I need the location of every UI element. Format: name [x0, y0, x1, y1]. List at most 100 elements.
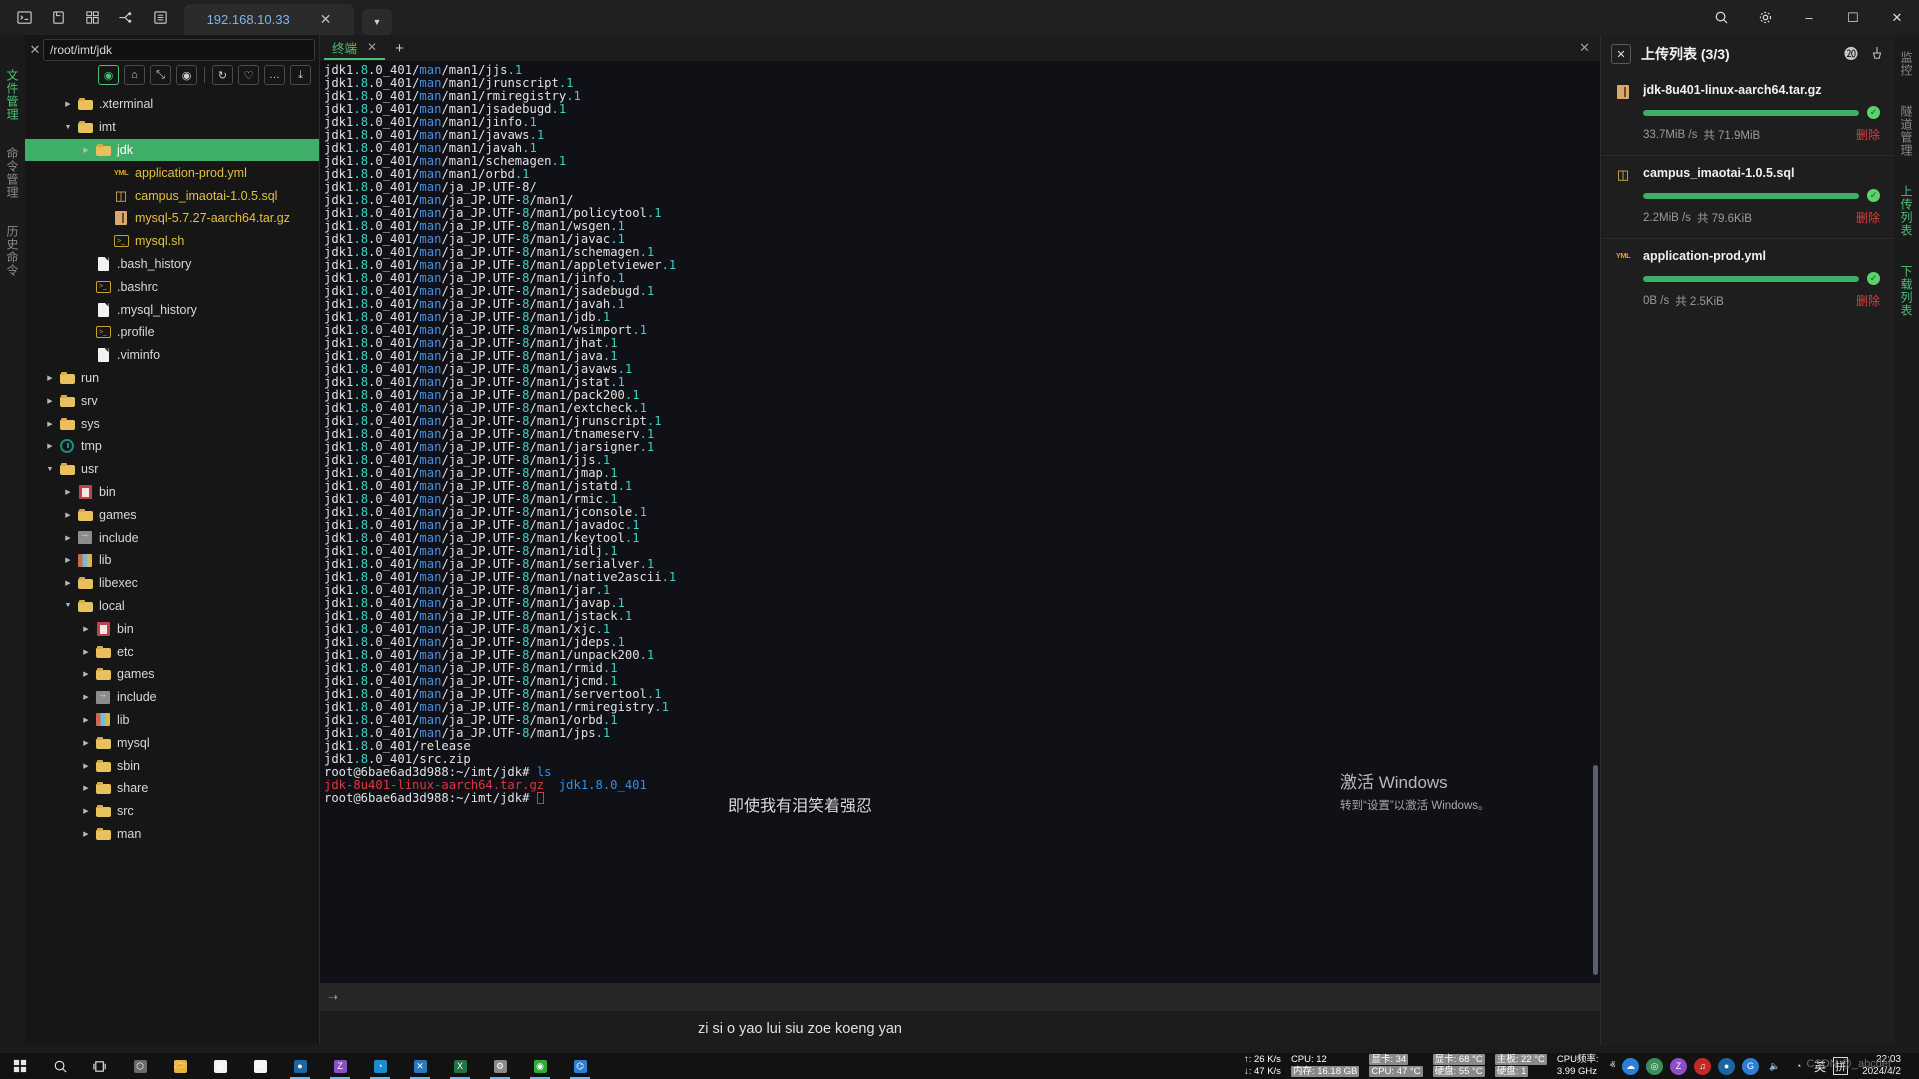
- tree-item-lib[interactable]: ▶ lib: [25, 709, 319, 732]
- maximize-button[interactable]: ☐: [1831, 0, 1875, 35]
- locate-icon[interactable]: ◉: [98, 65, 119, 85]
- tree-item-etc[interactable]: ▶ etc: [25, 640, 319, 663]
- sidebar-item-history-command[interactable]: 历史命令: [4, 225, 21, 277]
- broom-icon[interactable]: [1870, 46, 1884, 63]
- chevron-right-icon[interactable]: ▶: [43, 397, 57, 405]
- tree-item--bash-history[interactable]: .bash_history: [25, 253, 319, 276]
- windows-start-icon[interactable]: [0, 1053, 40, 1079]
- delete-upload-button[interactable]: 删除: [1856, 209, 1880, 226]
- chevron-right-icon[interactable]: ▶: [61, 534, 75, 542]
- upload-icon[interactable]: ⤓: [290, 65, 311, 85]
- close-icon[interactable]: ✕: [367, 40, 377, 54]
- chevron-right-icon[interactable]: ▶: [43, 420, 57, 428]
- chevron-right-icon[interactable]: ▶: [79, 146, 93, 154]
- file-explorer-app[interactable]: 🗁: [160, 1053, 200, 1079]
- netease-music-tray-icon[interactable]: ♫: [1694, 1057, 1712, 1075]
- refresh-icon[interactable]: ↻: [212, 65, 233, 85]
- tree-item-sys[interactable]: ▶ sys: [25, 412, 319, 435]
- tunnel-icon[interactable]: [116, 8, 136, 28]
- path-input[interactable]: [43, 39, 315, 61]
- close-icon[interactable]: ✕: [320, 11, 332, 28]
- chevron-down-icon[interactable]: ▼: [61, 602, 75, 609]
- session-tab-192-168-10-33[interactable]: 192.168.10.33 ✕: [184, 4, 354, 35]
- tree-item--xterminal[interactable]: ▶ .xterminal: [25, 93, 319, 116]
- tree-item-mysql-5-7-27-aarch64-tar-gz[interactable]: mysql-5.7.27-aarch64.tar.gz: [25, 207, 319, 230]
- gear-icon[interactable]: [1743, 0, 1787, 35]
- file-tree[interactable]: ▶ .xterminal ▼ imt ▶ jdk YML application-prod.y…: [25, 93, 319, 1033]
- xterminal-app[interactable]: ⌬: [560, 1053, 600, 1079]
- tree-item--mysql-history[interactable]: .mysql_history: [25, 298, 319, 321]
- chevron-down-icon[interactable]: ▼: [61, 124, 75, 131]
- home-icon[interactable]: ⌂: [124, 65, 145, 85]
- microsoft-store-app[interactable]: ⊞: [200, 1053, 240, 1079]
- tree-item-usr[interactable]: ▼ usr: [25, 458, 319, 481]
- chevron-right-icon[interactable]: ▶: [43, 374, 57, 382]
- more-icon[interactable]: …: [264, 65, 285, 85]
- edge-app[interactable]: ◔: [360, 1053, 400, 1079]
- tree-item-mysql-sh[interactable]: >_ mysql.sh: [25, 230, 319, 253]
- sidebar-item-monitor[interactable]: 监控: [1898, 51, 1915, 77]
- chevron-right-icon[interactable]: ▶: [61, 488, 75, 496]
- tree-item-tmp[interactable]: ▶ tmp: [25, 435, 319, 458]
- task-view-icon[interactable]: [80, 1053, 120, 1079]
- tree-item--bashrc[interactable]: >_ .bashrc: [25, 275, 319, 298]
- chevron-right-icon[interactable]: ▶: [79, 739, 93, 747]
- add-terminal-button[interactable]: +: [385, 40, 414, 57]
- chevron-right-icon[interactable]: ▶: [79, 670, 93, 678]
- system-monitor-widget[interactable]: ↑: 26 K/s ↓: 47 K/s CPU: 12 内存: 16.18 GB…: [1239, 1053, 1604, 1079]
- settings-app[interactable]: ⚙: [480, 1053, 520, 1079]
- server-list-icon[interactable]: [150, 8, 170, 28]
- terminal-output[interactable]: jdk1.8.0_401/man/man1/jjs.1 jdk1.8.0_401/…: [320, 61, 1600, 983]
- search-icon[interactable]: [40, 1053, 80, 1079]
- tree-item-srv[interactable]: ▶ srv: [25, 389, 319, 412]
- unity-hub-app[interactable]: ⬡: [120, 1053, 160, 1079]
- chevron-down-icon[interactable]: ▼: [362, 9, 392, 35]
- chevron-right-icon[interactable]: ▶: [61, 579, 75, 587]
- tree-item-application-prod-yml[interactable]: YML application-prod.yml: [25, 161, 319, 184]
- tree-item-include[interactable]: ▶ include: [25, 526, 319, 549]
- tree-item-imt[interactable]: ▼ imt: [25, 116, 319, 139]
- volume-icon[interactable]: 🔈: [1766, 1058, 1783, 1075]
- tree-item-jdk[interactable]: ▶ jdk: [25, 138, 319, 162]
- tree-item-games[interactable]: ▶ games: [25, 663, 319, 686]
- chevron-right-icon[interactable]: ▶: [79, 648, 93, 656]
- chevron-right-icon[interactable]: ▶: [79, 625, 93, 633]
- chevron-right-icon[interactable]: ▶: [61, 511, 75, 519]
- chevron-right-icon[interactable]: ▶: [43, 442, 57, 450]
- tree-item-man[interactable]: ▶ man: [25, 823, 319, 846]
- delete-upload-button[interactable]: 删除: [1856, 126, 1880, 143]
- tree-item-campus-imaotai-1-0-5-sql[interactable]: ◫ campus_imaotai-1.0.5.sql: [25, 184, 319, 207]
- search-icon[interactable]: [1699, 0, 1743, 35]
- wifi-icon[interactable]: ◔: [1790, 1058, 1807, 1075]
- eye-icon[interactable]: ◉: [176, 65, 197, 85]
- tree-item-include[interactable]: ▶ include: [25, 686, 319, 709]
- close-icon[interactable]: ✕: [27, 42, 43, 58]
- tree-item-run[interactable]: ▶ run: [25, 367, 319, 390]
- tree-item-local[interactable]: ▼ local: [25, 595, 319, 618]
- tree-item-mysql[interactable]: ▶ mysql: [25, 731, 319, 754]
- media-tray-icon[interactable]: ◎: [1646, 1057, 1664, 1075]
- tree-item-lib[interactable]: ▶ lib: [25, 549, 319, 572]
- zotero-app[interactable]: Z: [320, 1053, 360, 1079]
- tree-item--profile[interactable]: >_ .profile: [25, 321, 319, 344]
- chevron-right-icon[interactable]: ▶: [79, 716, 93, 724]
- sidebar-item-upload-list[interactable]: 上传列表: [1898, 185, 1915, 237]
- chevron-right-icon[interactable]: ▶: [61, 100, 75, 108]
- delete-upload-button[interactable]: 删除: [1856, 292, 1880, 309]
- grid-icon[interactable]: [82, 8, 102, 28]
- favorite-icon[interactable]: ♡: [238, 65, 259, 85]
- terminal-icon[interactable]: [14, 8, 34, 28]
- tree-item-libexec[interactable]: ▶ libexec: [25, 572, 319, 595]
- close-panel-icon[interactable]: ✕: [1579, 40, 1600, 56]
- onedrive-tray-icon[interactable]: ☁: [1622, 1057, 1640, 1075]
- tree-item-games[interactable]: ▶ games: [25, 503, 319, 526]
- steam-tray-icon[interactable]: ●: [1718, 1057, 1736, 1075]
- mail-app[interactable]: ✉: [240, 1053, 280, 1079]
- minimize-button[interactable]: –: [1787, 0, 1831, 35]
- close-icon[interactable]: ✕: [1611, 44, 1631, 64]
- gpu-tray-icon[interactable]: G: [1742, 1057, 1760, 1075]
- tree-item-bin[interactable]: ▶ bin: [25, 617, 319, 640]
- zotero-tray-icon[interactable]: Z: [1670, 1057, 1688, 1075]
- chevron-up-icon[interactable]: ⱏ: [1610, 1060, 1615, 1073]
- sidebar-item-tunnel-manager[interactable]: 隧道管理: [1898, 105, 1915, 157]
